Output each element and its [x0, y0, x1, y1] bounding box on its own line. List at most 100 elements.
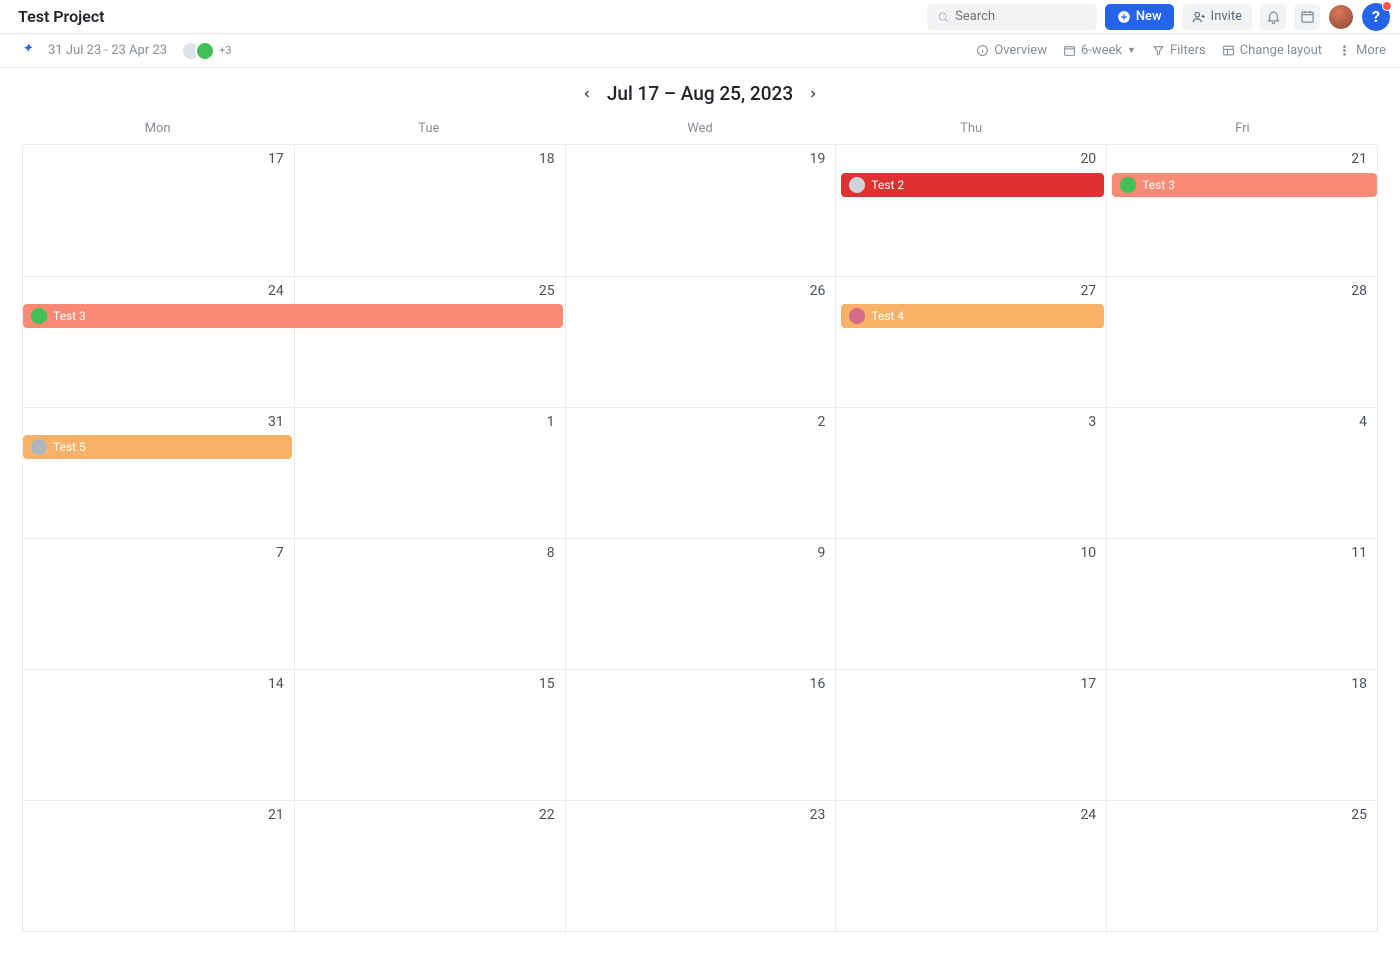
calendar-cell[interactable]: 17: [23, 145, 294, 276]
date-number: 15: [539, 676, 555, 692]
pin-icon[interactable]: [20, 42, 34, 60]
calendar-event[interactable]: Test 2: [841, 173, 1104, 197]
overview-button[interactable]: Overview: [976, 43, 1047, 58]
avatar-overflow-count: +3: [219, 44, 231, 57]
date-range-title: Jul 17 – Aug 25, 2023: [607, 82, 793, 105]
date-number: 8: [547, 545, 555, 561]
calendar-cell[interactable]: 16: [565, 669, 836, 800]
calendar-small-icon: [1063, 44, 1076, 57]
calendar-cell[interactable]: 25: [1106, 800, 1377, 931]
calendar-cell[interactable]: 19: [565, 145, 836, 276]
date-number: 16: [810, 676, 826, 692]
layout-icon: [1222, 44, 1235, 57]
date-number: 9: [818, 545, 826, 561]
event-avatar: [849, 308, 865, 324]
calendar-cell[interactable]: 21: [23, 800, 294, 931]
project-title: Test Project: [18, 7, 105, 26]
event-label: Test 3: [1142, 178, 1175, 192]
bell-icon: [1266, 9, 1281, 24]
date-number: 23: [810, 807, 826, 823]
sub-bar: 31 Jul 23 - 23 Apr 23 +3 Overview 6-week…: [0, 34, 1400, 68]
info-icon: [976, 44, 989, 57]
date-number: 21: [1351, 151, 1367, 167]
calendar-cell[interactable]: 11: [1106, 538, 1377, 669]
change-layout-button[interactable]: Change layout: [1222, 43, 1322, 58]
help-button[interactable]: ?: [1362, 3, 1390, 31]
date-number: 2: [818, 414, 826, 430]
search-input[interactable]: [955, 9, 1087, 24]
calendar-cell[interactable]: 10: [835, 538, 1106, 669]
calendar-cell[interactable]: 14: [23, 669, 294, 800]
date-number: 22: [539, 807, 555, 823]
search-input-wrap[interactable]: [927, 4, 1097, 30]
calendar-cell[interactable]: 18: [1106, 669, 1377, 800]
calendar-header-row: MonTueWedThuFri: [22, 113, 1378, 144]
calendar-cell[interactable]: 25: [294, 276, 565, 407]
chevron-right-icon: [807, 88, 819, 100]
calendar-cell[interactable]: 3: [835, 407, 1106, 538]
calendar-week-row: 311 2 3 4 Test 5: [23, 407, 1377, 538]
calendar-cell[interactable]: 15: [294, 669, 565, 800]
assignee-avatar-stack[interactable]: +3: [181, 41, 231, 61]
user-avatar[interactable]: [1328, 4, 1354, 30]
calendar-cell[interactable]: 8: [294, 538, 565, 669]
calendar-cell[interactable]: 31: [23, 407, 294, 538]
overview-label: Overview: [994, 43, 1047, 58]
calendar-week-row: 7 8 9 1011: [23, 538, 1377, 669]
avatar-item: [195, 41, 215, 61]
date-number: 24: [1080, 807, 1096, 823]
event-avatar: [31, 439, 47, 455]
more-label: More: [1356, 43, 1386, 58]
calendar-cell[interactable]: 26: [565, 276, 836, 407]
filters-label: Filters: [1170, 43, 1206, 58]
calendar-week-row: 21 22 23 24 25: [23, 800, 1377, 931]
calendar-cell[interactable]: 28: [1106, 276, 1377, 407]
next-range-button[interactable]: [807, 88, 819, 100]
notifications-button[interactable]: [1260, 4, 1286, 30]
date-number: 4: [1359, 414, 1367, 430]
new-button-label: New: [1136, 9, 1162, 24]
weekday-header: Tue: [293, 113, 564, 144]
date-number: 25: [1351, 807, 1367, 823]
more-menu[interactable]: More: [1338, 43, 1386, 58]
new-button[interactable]: New: [1105, 4, 1174, 30]
top-bar: Test Project New Invite ?: [0, 0, 1400, 34]
calendar-event[interactable]: Test 3: [1112, 173, 1377, 197]
calendar-cell[interactable]: 24: [835, 800, 1106, 931]
calendar-cell[interactable]: 9: [565, 538, 836, 669]
weekday-header: Mon: [22, 113, 293, 144]
calendar-cell[interactable]: 1: [294, 407, 565, 538]
calendar-event[interactable]: Test 5: [23, 435, 292, 459]
date-number: 20: [1080, 151, 1096, 167]
calendar-cell[interactable]: 17: [835, 669, 1106, 800]
calendar-week-row: 24 25 26 2728 Test 3 Test 4: [23, 276, 1377, 407]
calendar-cell[interactable]: 23: [565, 800, 836, 931]
event-label: Test 3: [53, 309, 86, 323]
prev-range-button[interactable]: [581, 88, 593, 100]
event-label: Test 5: [53, 440, 86, 454]
calendar-cell[interactable]: 21: [1106, 145, 1377, 276]
date-nav: Jul 17 – Aug 25, 2023: [0, 68, 1400, 113]
weekday-header: Fri: [1107, 113, 1378, 144]
range-select[interactable]: 6-week ▼: [1063, 43, 1136, 58]
calendar-button[interactable]: [1294, 4, 1320, 30]
weekday-header: Wed: [564, 113, 835, 144]
calendar-cell[interactable]: 4: [1106, 407, 1377, 538]
calendar-cell[interactable]: 20: [835, 145, 1106, 276]
date-number: 3: [1088, 414, 1096, 430]
calendar-event[interactable]: Test 3: [23, 304, 563, 328]
calendar-cell[interactable]: 24: [23, 276, 294, 407]
calendar-cell[interactable]: 27: [835, 276, 1106, 407]
weekday-header: Thu: [836, 113, 1107, 144]
date-number: 26: [810, 283, 826, 299]
subbar-right: Overview 6-week ▼ Filters Change layout …: [976, 43, 1386, 58]
invite-button[interactable]: Invite: [1182, 4, 1252, 30]
date-number: 25: [539, 283, 555, 299]
calendar-cell[interactable]: 18: [294, 145, 565, 276]
calendar-event[interactable]: Test 4: [841, 304, 1104, 328]
date-number: 24: [268, 283, 284, 299]
calendar-cell[interactable]: 7: [23, 538, 294, 669]
calendar-cell[interactable]: 22: [294, 800, 565, 931]
calendar-cell[interactable]: 2: [565, 407, 836, 538]
filters-button[interactable]: Filters: [1152, 43, 1206, 58]
